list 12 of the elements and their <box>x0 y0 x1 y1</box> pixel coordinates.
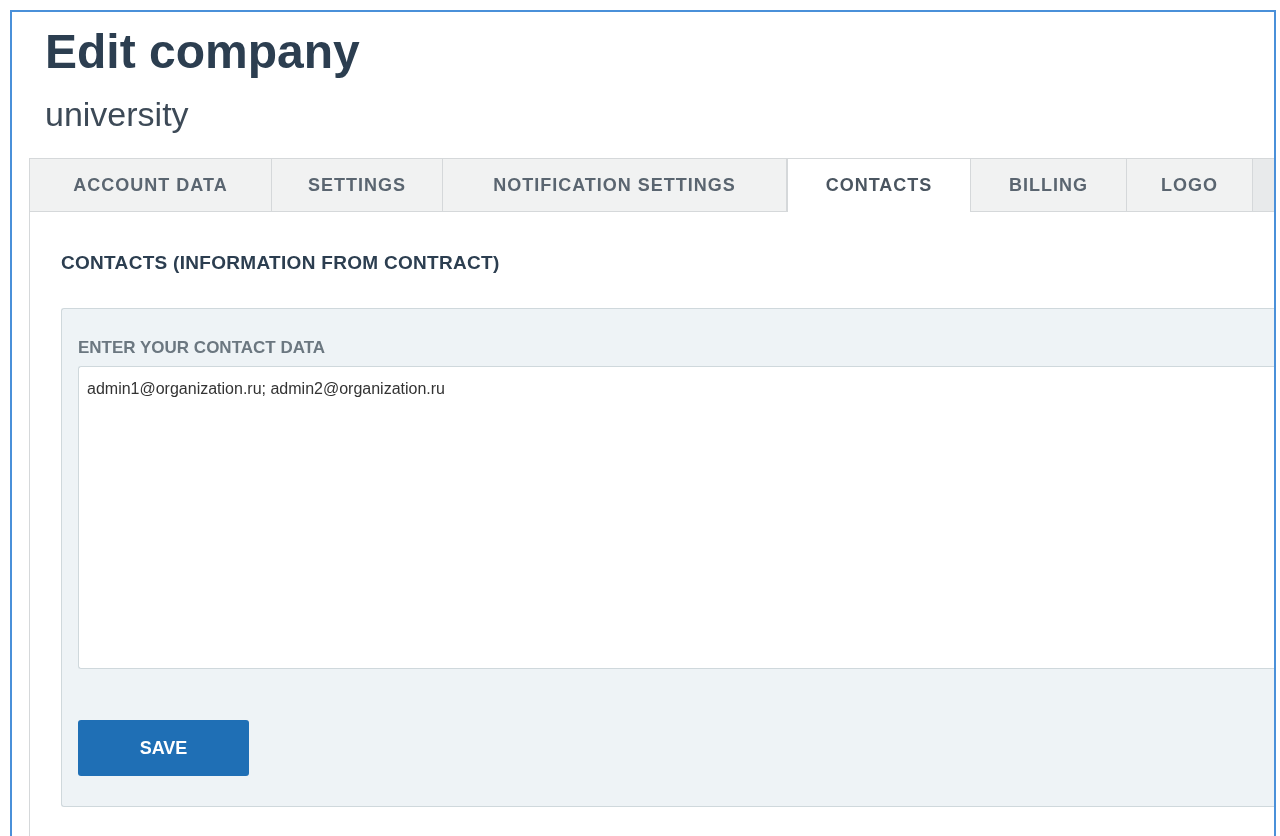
save-button[interactable]: SAVE <box>78 720 249 776</box>
page-subtitle: university <box>45 94 189 134</box>
tab[interactable]: SETTINGS <box>272 158 443 211</box>
field-label: ENTER YOUR CONTACT DATA <box>78 336 326 359</box>
tab[interactable]: NOTIFICATION SETTINGS <box>443 158 787 211</box>
page-title: Edit company <box>45 24 360 80</box>
contact-data-field[interactable]: admin1@organization.ru; admin2@organization.ru <box>78 366 1274 669</box>
tab[interactable]: ACCOUNT DATA <box>29 158 272 211</box>
tab[interactable]: LOGO <box>1127 158 1253 211</box>
tab[interactable]: BILLING <box>971 158 1127 211</box>
tab[interactable]: CONTACTS <box>787 158 971 212</box>
section-heading: CONTACTS (INFORMATION FROM CONTRACT) <box>61 251 500 275</box>
